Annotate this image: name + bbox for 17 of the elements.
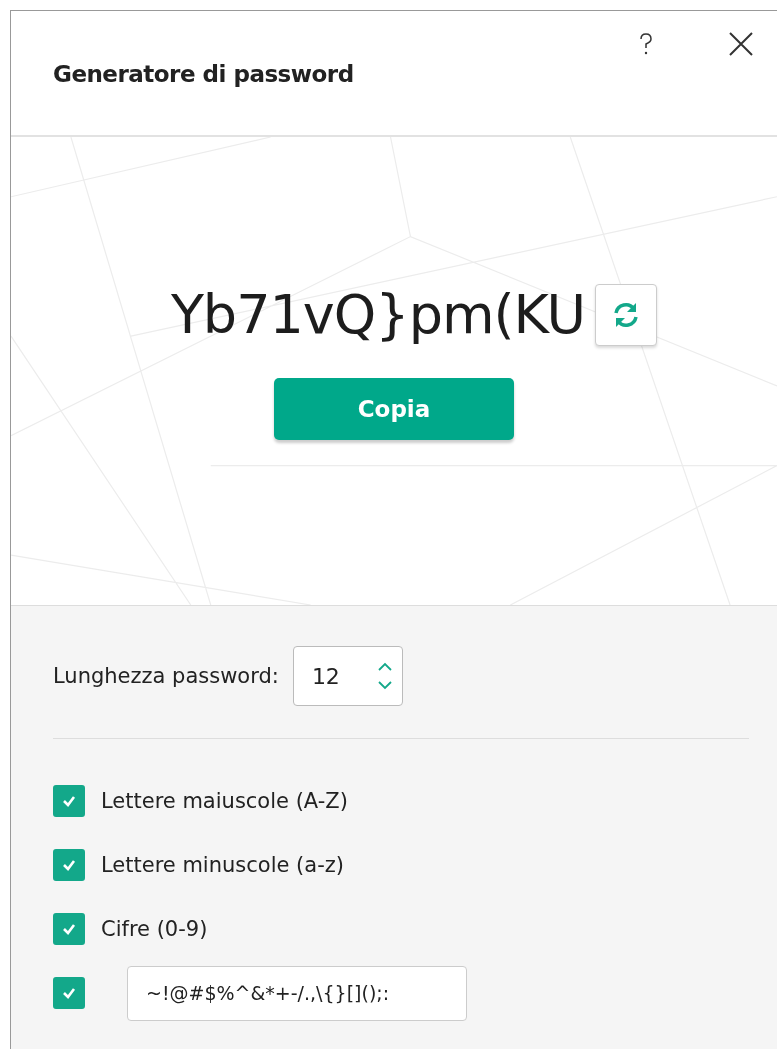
checkbox[interactable] <box>53 977 85 1009</box>
option-label: Lettere minuscole (a-z) <box>101 853 344 877</box>
checkbox[interactable] <box>53 849 85 881</box>
close-icon[interactable] <box>729 32 753 56</box>
symbols-field[interactable]: ~!@#$%^&*+-/.,\{}[]();: <box>127 965 467 1021</box>
generated-password: Yb71vQ}pm(KU <box>170 283 586 346</box>
checkbox[interactable] <box>53 913 85 945</box>
length-label: Lunghezza password: <box>53 664 279 688</box>
checkbox[interactable] <box>53 785 85 817</box>
option-label: Cifre (0-9) <box>101 917 208 941</box>
option-label: Lettere maiuscole (A-Z) <box>101 789 348 813</box>
window-title: Generatore di password <box>53 61 354 87</box>
refresh-button[interactable] <box>595 283 658 346</box>
decrement-icon[interactable] <box>377 681 392 690</box>
increment-icon[interactable] <box>377 662 392 671</box>
length-spinbox[interactable]: 12 <box>292 646 403 706</box>
help-icon[interactable] <box>639 33 653 55</box>
